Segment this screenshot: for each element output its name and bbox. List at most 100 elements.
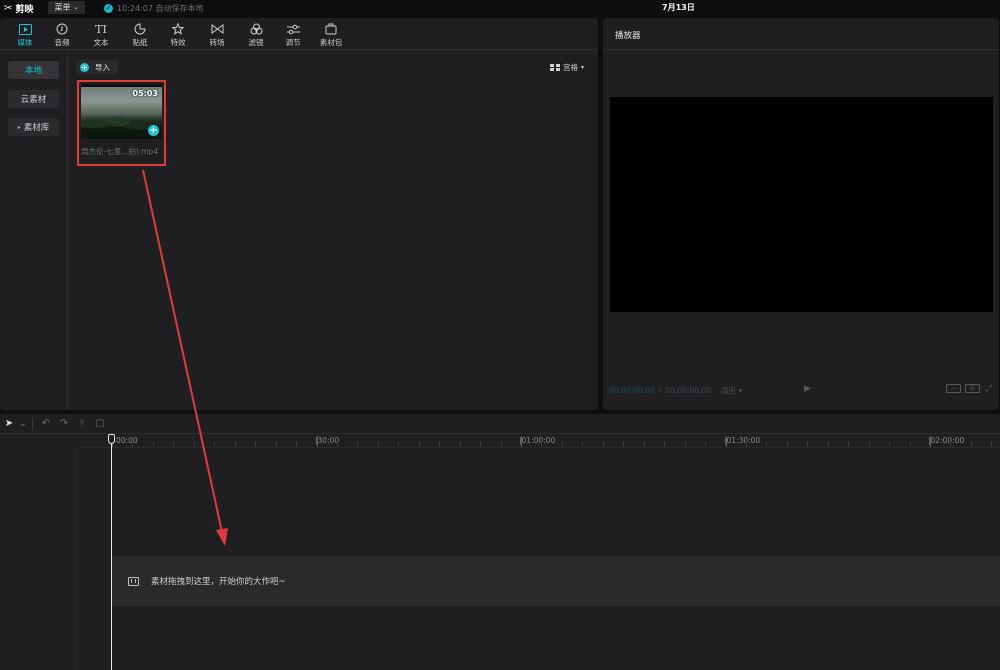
tab-text[interactable]: TI 文本 (84, 20, 118, 48)
app-logo: ✂ 剪映 (4, 2, 34, 15)
clip-thumbnail[interactable]: 05:03 + (81, 84, 162, 139)
tab-transition-label: 转场 (209, 38, 225, 47)
import-label: 导入 (95, 62, 110, 72)
cursor-select-icon[interactable]: ➤ (0, 416, 18, 432)
adjust-icon (286, 22, 300, 36)
tab-text-label: 文本 (93, 38, 109, 47)
play-icon[interactable]: ▶ (804, 384, 811, 394)
main-track-drop-zone[interactable]: 素材拖拽到这里，开始你的大作吧~ (112, 556, 1000, 606)
autosave-text: 10:24:07 自动保存本地 (117, 3, 204, 13)
playhead-line[interactable] (111, 436, 112, 670)
grid-view-icon (550, 63, 560, 72)
sidebar-item-label: 云素材 (20, 95, 47, 105)
app-name: 剪映 (15, 4, 34, 15)
sidebar-item-library[interactable]: ▸ 素材库 (8, 118, 59, 136)
ruler-tick (521, 436, 522, 447)
title-bar: ✂ 剪映 菜单 ⌄ ✓ 10:24:07 自动保存本地 7月13日 (0, 0, 1000, 16)
ruler-tick (909, 442, 911, 447)
split-icon[interactable]: ⫯ (73, 416, 91, 432)
player-divider (603, 49, 999, 50)
chevron-down-icon: ▾ (581, 64, 585, 71)
ruler-label: |01:30:00 (724, 436, 761, 445)
ruler-tick (561, 442, 563, 447)
asset-toolbar: 媒体 音频 TI 文本 贴纸 特效 转场 滤镜 调节 素材包 (0, 18, 598, 50)
ruler-tick (398, 442, 400, 447)
sidebar-item-label: 素材库 (23, 123, 50, 133)
ruler-tick (807, 442, 809, 447)
clip-filename: 周杰伦-七里...拍).mp4 (81, 147, 159, 156)
audio-icon (55, 22, 69, 36)
ruler-tick (336, 442, 338, 447)
chevron-down-icon[interactable]: ⌄ (18, 416, 28, 432)
ruler-tick (459, 442, 461, 447)
ruler-tick (868, 442, 870, 447)
ruler-tick (643, 442, 645, 447)
ruler-tick (500, 442, 502, 447)
media-icon (18, 22, 32, 36)
fullscreen-icon[interactable]: ⤢ (984, 384, 993, 394)
text-icon: TI (95, 22, 107, 36)
tab-transition[interactable]: 转场 (200, 20, 234, 48)
original-size-icon[interactable]: 原 (965, 384, 980, 393)
import-button[interactable]: + 导入 (76, 60, 118, 74)
ruler-tick (132, 442, 134, 447)
tab-adjust[interactable]: 调节 (276, 20, 310, 48)
ruler-tick (602, 442, 604, 447)
sidebar-item-local[interactable]: 本地 (8, 61, 59, 79)
undo-icon[interactable]: ↶ (37, 416, 55, 432)
timecode-total: 00:00:00:00 (665, 385, 712, 395)
ruler-label: |01:00:00 (519, 436, 556, 445)
view-mode-toggle[interactable]: 宫格 ▾ (550, 62, 584, 73)
chevron-down-icon: ⌄ (73, 4, 79, 11)
tab-asset-pack[interactable]: 素材包 (314, 20, 348, 48)
ruler-label: |02:00:00 (928, 436, 965, 445)
tab-media[interactable]: 媒体 (8, 20, 42, 48)
ruler-tick (480, 442, 482, 447)
ruler-tick (173, 442, 175, 447)
player-right-tools: 〰 原 ⤢ (946, 384, 993, 394)
redo-icon[interactable]: ↷ (55, 416, 73, 432)
check-icon: ✓ (104, 3, 113, 13)
autosave-status: ✓ 10:24:07 自动保存本地 (104, 2, 203, 14)
plus-icon: + (80, 62, 89, 72)
playhead-handle[interactable] (108, 434, 115, 444)
tab-sticker[interactable]: 贴纸 (123, 20, 157, 48)
player-preview[interactable] (610, 97, 993, 312)
capcut-logo-icon: ✂ (4, 2, 13, 14)
ruler-tick (296, 442, 298, 447)
project-date: 7月13日 (662, 3, 695, 12)
tab-audio[interactable]: 音频 (45, 20, 79, 48)
tab-filter[interactable]: 滤镜 (239, 20, 273, 48)
ruler-tick (725, 436, 727, 447)
filter-icon (249, 22, 263, 36)
sidebar-item-label: 本地 (24, 66, 42, 76)
timeline-ruler[interactable]: 00:00 |30:00 |01:00:00 |01:30:00 |02:00:… (76, 434, 1000, 448)
media-panel: 媒体 音频 TI 文本 贴纸 特效 转场 滤镜 调节 素材包 本地 云素材 ▸ … (0, 18, 598, 410)
ruler-tick (991, 442, 993, 447)
add-to-timeline-icon[interactable]: + (148, 125, 159, 136)
ruler-tick (275, 442, 277, 447)
effects-icon (171, 22, 185, 36)
menu-button[interactable]: 菜单 ⌄ (48, 1, 85, 14)
sidebar-item-cloud[interactable]: 云素材 (8, 90, 59, 108)
tab-adjust-label: 调节 (285, 38, 301, 47)
toolbar-divider (32, 417, 33, 430)
tab-sticker-label: 贴纸 (132, 38, 148, 47)
ruler-label: |30:00 (315, 436, 340, 445)
ruler-tick (418, 442, 420, 447)
waveform-icon[interactable]: 〰 (946, 384, 961, 393)
ruler-tick (827, 442, 829, 447)
tab-audio-label: 音频 (54, 38, 70, 47)
aspect-ratio-select[interactable]: 适应 ▾ (721, 385, 742, 396)
tab-effects[interactable]: 特效 (161, 20, 195, 48)
player-title: 播放器 (615, 31, 641, 41)
player-panel: 播放器 00:00:00:00 / 00:00:00:00 适应 ▾ ▶ 〰 原… (603, 18, 999, 410)
sticker-icon (133, 22, 147, 36)
tab-filter-label: 滤镜 (248, 38, 264, 47)
ruler-tick (684, 442, 686, 447)
media-clip-card[interactable]: 05:03 + 周杰伦-七里...拍).mp4 (77, 80, 166, 166)
caret-right-icon: ▸ (17, 123, 21, 131)
ruler-tick (848, 442, 850, 447)
tab-effects-label: 特效 (170, 38, 186, 47)
delete-icon[interactable]: ▢ (91, 416, 109, 432)
